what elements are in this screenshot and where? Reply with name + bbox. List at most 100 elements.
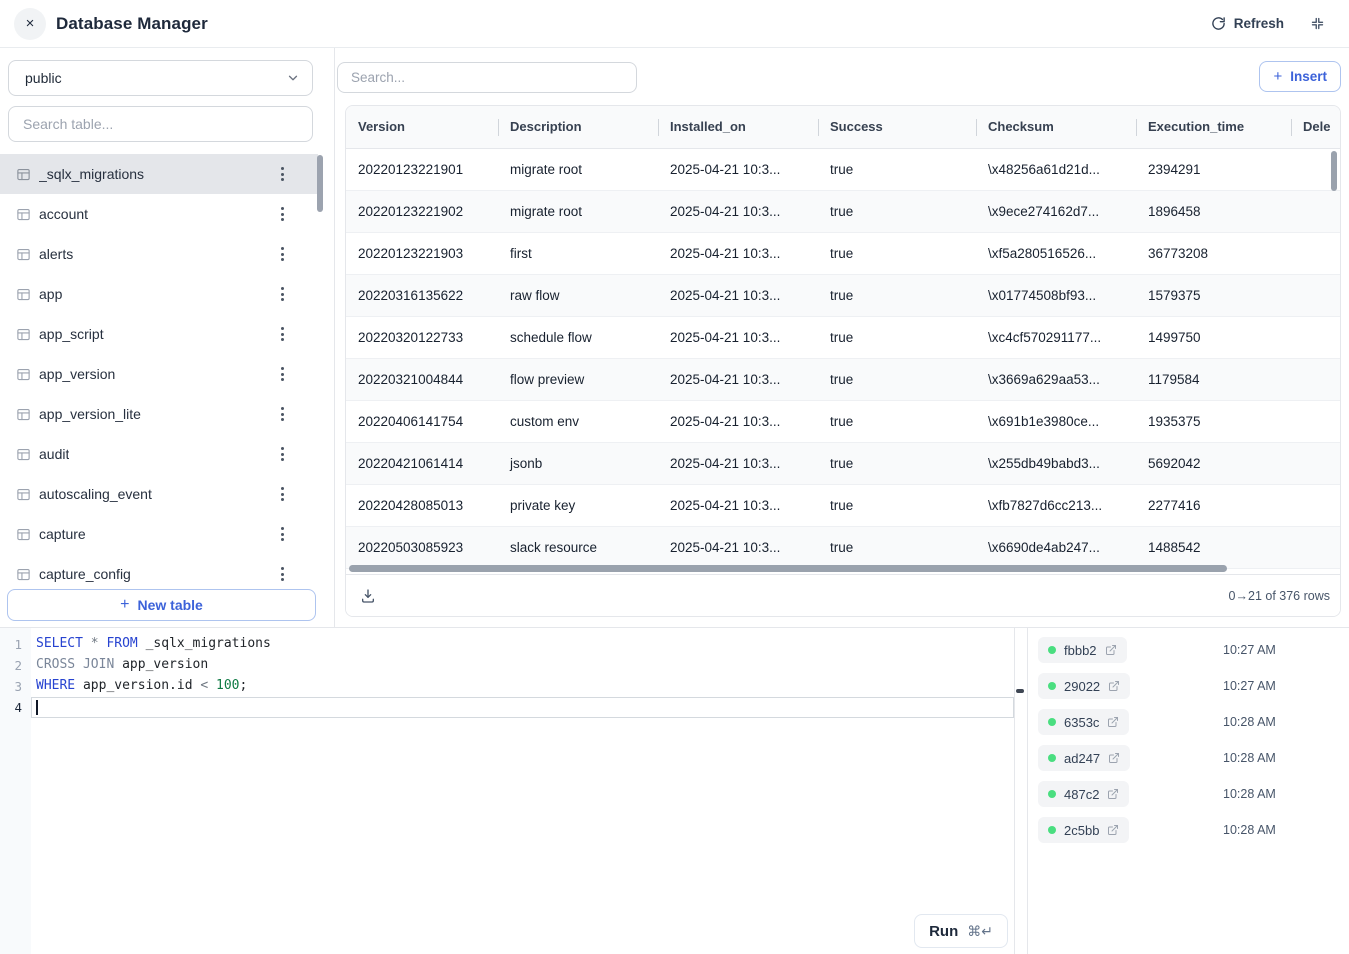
sidebar-table-item[interactable]: capture bbox=[0, 514, 318, 554]
external-link-icon[interactable] bbox=[1108, 680, 1120, 692]
table-search-input[interactable] bbox=[8, 106, 313, 142]
column-header[interactable]: Execution_time bbox=[1136, 106, 1291, 148]
schema-select[interactable]: public bbox=[8, 60, 313, 96]
collapse-window-button[interactable] bbox=[1310, 16, 1325, 31]
refresh-icon bbox=[1211, 16, 1226, 31]
history-id: ad247 bbox=[1064, 751, 1100, 766]
editor-line[interactable]: 1 SELECT * FROM _sqlx_migrations bbox=[0, 634, 1014, 655]
kebab-menu-icon[interactable] bbox=[277, 323, 288, 345]
table-row[interactable]: 20220428085013private key2025-04-21 10:3… bbox=[346, 485, 1340, 527]
editor-scrollbar[interactable] bbox=[1016, 689, 1024, 693]
run-button[interactable]: Run ⌘↵ bbox=[914, 914, 1008, 948]
editor-line[interactable]: 3 WHERE app_version.id < 100; bbox=[0, 676, 1014, 697]
editor-line[interactable]: 4 bbox=[0, 697, 1014, 718]
table-row[interactable]: 20220421061414jsonb2025-04-21 10:3...tru… bbox=[346, 443, 1340, 485]
close-button[interactable]: × bbox=[14, 8, 46, 40]
sql-token: * bbox=[91, 636, 107, 651]
table-cell: 2025-04-21 10:3... bbox=[658, 233, 818, 274]
kebab-menu-icon[interactable] bbox=[277, 483, 288, 505]
table-cell: 20220421061414 bbox=[346, 443, 498, 484]
kebab-menu-icon[interactable] bbox=[277, 523, 288, 545]
table-icon bbox=[16, 207, 31, 222]
rows-search-input[interactable] bbox=[337, 62, 637, 93]
table-row[interactable]: 20220406141754custom env2025-04-21 10:3.… bbox=[346, 401, 1340, 443]
table-icon bbox=[16, 247, 31, 262]
table-cell: schedule flow bbox=[498, 317, 658, 358]
history-pill[interactable]: 29022 bbox=[1038, 673, 1130, 699]
history-pill[interactable]: fbbb2 bbox=[1038, 637, 1127, 663]
history-time: 10:27 AM bbox=[1223, 679, 1276, 693]
sidebar-table-item[interactable]: app_version_lite bbox=[0, 394, 318, 434]
kebab-menu-icon[interactable] bbox=[277, 163, 288, 185]
table-cell: true bbox=[818, 317, 976, 358]
sql-editor[interactable]: 1 SELECT * FROM _sqlx_migrations 2 CROSS… bbox=[0, 628, 1015, 954]
sidebar-table-item[interactable]: audit bbox=[0, 434, 318, 474]
column-header[interactable]: Installed_on bbox=[658, 106, 818, 148]
sidebar-table-item[interactable]: alerts bbox=[0, 234, 318, 274]
external-link-icon[interactable] bbox=[1107, 824, 1119, 836]
table-row[interactable]: 20220320122733schedule flow2025-04-21 10… bbox=[346, 317, 1340, 359]
history-item[interactable]: 29022 10:27 AM bbox=[1028, 668, 1349, 704]
external-link-icon[interactable] bbox=[1107, 716, 1119, 728]
sidebar-table-item[interactable]: account bbox=[0, 194, 318, 234]
external-link-icon[interactable] bbox=[1107, 788, 1119, 800]
new-table-button[interactable]: + New table bbox=[7, 589, 316, 621]
table-row[interactable]: 20220321004844flow preview2025-04-21 10:… bbox=[346, 359, 1340, 401]
sql-token: FROM bbox=[106, 636, 145, 651]
table-cell: true bbox=[818, 233, 976, 274]
sidebar-table-item[interactable]: _sqlx_migrations bbox=[0, 154, 318, 194]
column-header[interactable]: Version bbox=[346, 106, 498, 148]
history-item[interactable]: 6353c 10:28 AM bbox=[1028, 704, 1349, 740]
table-cell: 20220321004844 bbox=[346, 359, 498, 400]
horizontal-scrollbar[interactable] bbox=[349, 565, 1227, 572]
sidebar-table-item[interactable]: autoscaling_event bbox=[0, 474, 318, 514]
table-row[interactable]: 20220503085923slack resource2025-04-21 1… bbox=[346, 527, 1340, 569]
sidebar-table-item[interactable]: app_script bbox=[0, 314, 318, 354]
column-header[interactable]: Success bbox=[818, 106, 976, 148]
history-item[interactable]: fbbb2 10:27 AM bbox=[1028, 632, 1349, 668]
sidebar-scrollbar[interactable] bbox=[317, 155, 323, 212]
sidebar-table-item[interactable]: app bbox=[0, 274, 318, 314]
history-pill[interactable]: ad247 bbox=[1038, 745, 1130, 771]
external-link-icon[interactable] bbox=[1105, 644, 1117, 656]
table-cell: true bbox=[818, 275, 976, 316]
table-row[interactable]: 20220123221901migrate root2025-04-21 10:… bbox=[346, 149, 1340, 191]
history-time: 10:28 AM bbox=[1223, 823, 1276, 837]
insert-button[interactable]: + Insert bbox=[1259, 61, 1341, 92]
table-icon bbox=[16, 487, 31, 502]
table-row[interactable]: 20220123221902migrate root2025-04-21 10:… bbox=[346, 191, 1340, 233]
history-item[interactable]: 487c2 10:28 AM bbox=[1028, 776, 1349, 812]
table-row[interactable]: 20220316135622raw flow2025-04-21 10:3...… bbox=[346, 275, 1340, 317]
column-header[interactable]: Description bbox=[498, 106, 658, 148]
editor-line[interactable]: 2 CROSS JOIN app_version bbox=[0, 655, 1014, 676]
kebab-menu-icon[interactable] bbox=[277, 403, 288, 425]
history-pill[interactable]: 2c5bb bbox=[1038, 817, 1129, 843]
column-header[interactable]: Checksum bbox=[976, 106, 1136, 148]
kebab-menu-icon[interactable] bbox=[277, 243, 288, 265]
external-link-icon[interactable] bbox=[1108, 752, 1120, 764]
table-cell: \x48256a61d21d... bbox=[976, 149, 1136, 190]
history-pill[interactable]: 487c2 bbox=[1038, 781, 1129, 807]
sidebar-table-item[interactable]: app_version bbox=[0, 354, 318, 394]
kebab-menu-icon[interactable] bbox=[277, 443, 288, 465]
history-item[interactable]: ad247 10:28 AM bbox=[1028, 740, 1349, 776]
table-cell: 1488542 bbox=[1136, 527, 1291, 568]
line-number: 1 bbox=[0, 634, 31, 655]
kebab-menu-icon[interactable] bbox=[277, 283, 288, 305]
line-code: SELECT * FROM _sqlx_migrations bbox=[31, 634, 1014, 655]
table-cell: \x01774508bf93... bbox=[976, 275, 1136, 316]
download-button[interactable] bbox=[356, 584, 380, 608]
table-name: alerts bbox=[39, 246, 73, 262]
table-row[interactable]: 20220123221903first2025-04-21 10:3...tru… bbox=[346, 233, 1340, 275]
column-header[interactable]: Dele bbox=[1291, 106, 1340, 148]
history-item[interactable]: 2c5bb 10:28 AM bbox=[1028, 812, 1349, 848]
table-name: account bbox=[39, 206, 88, 222]
kebab-menu-icon[interactable] bbox=[277, 563, 288, 585]
vertical-scrollbar[interactable] bbox=[1331, 151, 1337, 191]
kebab-menu-icon[interactable] bbox=[277, 203, 288, 225]
table-cell: 2025-04-21 10:3... bbox=[658, 317, 818, 358]
sidebar-table-item[interactable]: capture_config bbox=[0, 554, 318, 589]
refresh-button[interactable]: Refresh bbox=[1211, 16, 1284, 31]
history-pill[interactable]: 6353c bbox=[1038, 709, 1129, 735]
kebab-menu-icon[interactable] bbox=[277, 363, 288, 385]
